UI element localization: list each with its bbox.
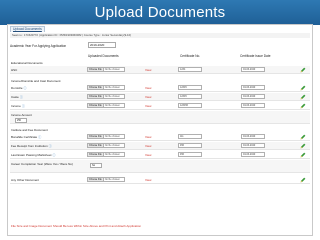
row-label: Last Exam Passing Marksheetⓘ <box>11 153 56 157</box>
choose-file-button[interactable]: Choose File <box>88 178 104 181</box>
view-link[interactable]: View <box>145 178 151 182</box>
uploaded-documents-header: Uploaded Documents <box>88 54 119 58</box>
edit-icon[interactable] <box>300 152 306 158</box>
applicant-info-bar: Seat no : 171520772 | Application ID : P… <box>10 33 310 38</box>
income-amount-input[interactable]: 250 <box>15 118 27 123</box>
file-input[interactable]: Choose File No file chosen <box>87 152 125 157</box>
upload-documents-panel: Upload Documents Seat no : 171520772 | A… <box>7 24 313 236</box>
page-title: Upload Documents <box>94 4 226 21</box>
row-label: Domicileⓘ <box>11 86 27 90</box>
section-educational: Educational Documents <box>11 61 43 65</box>
document-row-hsc: HSC Choose File No file chosen View 1234 … <box>10 66 310 74</box>
edit-icon[interactable] <box>300 134 306 140</box>
career-completion-row: Career Completion Year (Were Yes / Were … <box>10 160 310 173</box>
file-name: No file chosen <box>104 144 120 147</box>
upload-instructions-note: File Size and Image Document Should Be l… <box>11 224 142 228</box>
issue-date-input[interactable]: 04-03-2020 <box>241 134 265 139</box>
edit-icon[interactable] <box>300 143 306 149</box>
academic-year-select[interactable]: 2019-2020 <box>88 42 116 48</box>
page-banner: Upload Documents <box>0 0 320 25</box>
document-row-income: Incomeⓘ Choose File No file chosen View 1… <box>10 102 310 110</box>
document-row-any-other: Any Other Document Choose File No file ch… <box>10 176 310 184</box>
row-label: HSC <box>11 68 18 72</box>
document-row-bonafide: Bonafide Certificateⓘ Choose File No file… <box>10 133 310 141</box>
file-input[interactable]: Choose File No file chosen <box>87 67 125 72</box>
certificate-no-input[interactable]: 456 <box>178 143 202 148</box>
info-icon: ⓘ <box>19 95 23 99</box>
document-row-domicile: Domicileⓘ Choose File No file chosen View… <box>10 84 310 92</box>
issue-date-input[interactable]: 04-03-2020 <box>241 94 265 99</box>
file-name: No file chosen <box>104 104 120 107</box>
choose-file-button[interactable]: Choose File <box>88 104 104 107</box>
file-name: No file chosen <box>104 178 120 181</box>
file-name: No file chosen <box>104 95 120 98</box>
view-link[interactable]: View <box>145 153 151 157</box>
view-link[interactable]: View <box>145 104 151 108</box>
income-amount-row: Income Amount 250 <box>10 111 310 124</box>
row-label: Bonafide Certificateⓘ <box>11 135 42 139</box>
issue-date-input[interactable]: 04-03-2020 <box>241 143 265 148</box>
certificate-no-input[interactable]: 12345 <box>178 85 202 90</box>
file-input[interactable]: Choose File No file chosen <box>87 85 125 90</box>
info-icon: ⓘ <box>48 144 52 148</box>
info-icon: ⓘ <box>21 104 25 108</box>
edit-icon[interactable] <box>300 67 306 73</box>
file-input[interactable]: Choose File No file chosen <box>87 177 125 182</box>
view-link[interactable]: View <box>145 68 151 72</box>
certificate-no-input[interactable]: 123456 <box>178 103 202 108</box>
choose-file-button[interactable]: Choose File <box>88 135 104 138</box>
row-label: Any Other Document <box>11 178 40 182</box>
file-name: No file chosen <box>104 153 120 156</box>
edit-icon[interactable] <box>300 177 306 183</box>
row-label: Incomeⓘ <box>11 104 25 108</box>
issue-date-input[interactable]: 04-03-2020 <box>241 103 265 108</box>
view-link[interactable]: View <box>145 135 151 139</box>
document-row-fee-receipt: Fee Receipt from Institutionⓘ Choose Fil… <box>10 142 310 150</box>
certificate-no-input[interactable]: 111 <box>178 134 202 139</box>
choose-file-button[interactable]: Choose File <box>88 86 104 89</box>
section-income-caste: Income/Domicile and Cast Document <box>11 79 61 83</box>
certificate-no-header: Certificate No. <box>180 54 201 58</box>
choose-file-button[interactable]: Choose File <box>88 68 104 71</box>
file-name: No file chosen <box>104 68 120 71</box>
edit-icon[interactable] <box>300 85 306 91</box>
document-row-last-exam: Last Exam Passing Marksheetⓘ Choose File… <box>10 151 310 159</box>
document-row-caste: Casteⓘ Choose File No file chosen View 12… <box>10 93 310 101</box>
issue-date-input[interactable]: 04-03-2020 <box>241 85 265 90</box>
issue-date-input[interactable]: 04-03-2020 <box>241 67 265 72</box>
choose-file-button[interactable]: Choose File <box>88 95 104 98</box>
row-label: Fee Receipt from Institutionⓘ <box>11 144 52 148</box>
file-input[interactable]: Choose File No file chosen <box>87 103 125 108</box>
file-input[interactable]: Choose File No file chosen <box>87 94 125 99</box>
issue-date-input[interactable]: 04-03-2020 <box>241 152 265 157</box>
row-label: Career Completion Year (Were Yes / Were … <box>11 162 73 166</box>
view-link[interactable]: View <box>145 95 151 99</box>
choose-file-button[interactable]: Choose File <box>88 144 104 147</box>
edit-icon[interactable] <box>300 103 306 109</box>
file-name: No file chosen <box>104 135 120 138</box>
row-label: Casteⓘ <box>11 95 23 99</box>
info-icon: ⓘ <box>52 153 56 157</box>
career-completion-select[interactable]: No <box>90 163 102 168</box>
certificate-issue-date-header: Certificate Issue Date <box>240 54 271 58</box>
info-icon: ⓘ <box>23 86 27 90</box>
edit-icon[interactable] <box>300 94 306 100</box>
certificate-no-input[interactable]: 12345 <box>178 94 202 99</box>
certificate-no-input[interactable]: 1234 <box>178 67 202 72</box>
section-institute-fee: Institute and Fee Document <box>11 128 48 132</box>
row-label: Income Amount <box>11 113 32 117</box>
certificate-no-input[interactable]: 456 <box>178 152 202 157</box>
view-link[interactable]: View <box>145 144 151 148</box>
info-icon: ⓘ <box>38 135 42 139</box>
file-name: No file chosen <box>104 86 120 89</box>
view-link[interactable]: View <box>145 86 151 90</box>
file-input[interactable]: Choose File No file chosen <box>87 134 125 139</box>
file-input[interactable]: Choose File No file chosen <box>87 143 125 148</box>
academic-year-row: Academic Year For Applying Application 2… <box>10 42 310 50</box>
tab-upload-documents[interactable]: Upload Documents <box>10 26 45 32</box>
academic-year-label: Academic Year For Applying Application <box>10 44 67 48</box>
choose-file-button[interactable]: Choose File <box>88 153 104 156</box>
